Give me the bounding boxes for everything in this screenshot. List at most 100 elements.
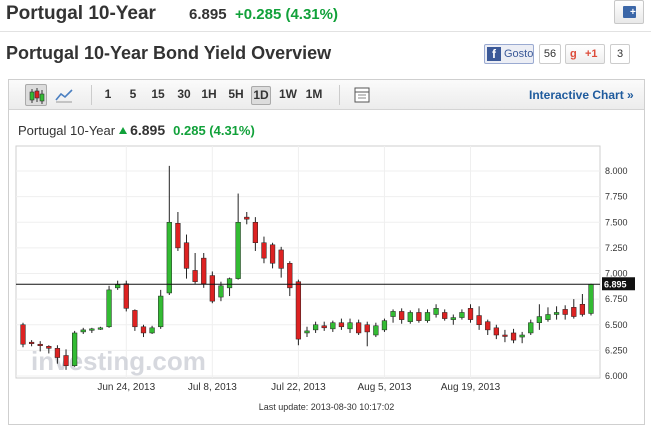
last-update: Last update: 2013-08-30 10:17:02 xyxy=(258,402,395,412)
candle-body xyxy=(356,322,362,334)
candle-body xyxy=(209,275,215,302)
y-tick-label: 8.000 xyxy=(605,166,628,176)
candle-body xyxy=(244,216,250,220)
instrument-name: Portugal 10-Year xyxy=(6,3,156,24)
candle-body xyxy=(330,322,336,330)
y-tick-label: 6.250 xyxy=(605,345,628,355)
instrument-header: Portugal 10-Year 6.895 +0.285 (4.31%) xyxy=(0,0,651,32)
x-tick-label: Aug 19, 2013 xyxy=(441,382,501,393)
candle-body xyxy=(347,322,353,330)
y-tick-label: 6.750 xyxy=(605,294,628,304)
candle-body xyxy=(553,312,560,315)
candle-body xyxy=(493,327,499,336)
candle-body xyxy=(269,244,276,264)
candle-body xyxy=(381,320,388,331)
candle-body xyxy=(390,311,396,317)
plot-area xyxy=(15,145,601,379)
candle-body xyxy=(72,332,78,366)
gplus-label: +1 xyxy=(585,48,598,60)
candle-body xyxy=(373,325,379,336)
gplus-button[interactable]: g +1 xyxy=(565,44,605,64)
candle-body xyxy=(175,223,181,249)
candle-body xyxy=(115,284,121,289)
candle-body xyxy=(278,249,284,269)
candle-body xyxy=(46,346,52,349)
portfolio-add-icon xyxy=(623,6,636,18)
candle-body xyxy=(63,355,69,366)
candle-body xyxy=(433,308,439,315)
candle-body xyxy=(132,310,138,328)
instrument-price: 6.895 xyxy=(189,6,227,23)
chart-panel: Interactive Chart » 1 5 15 30 1H 5H 1D 1W 1M Por… xyxy=(8,79,645,425)
candle-body xyxy=(54,348,61,358)
candle-body xyxy=(28,341,35,344)
gplus-count: 3 xyxy=(610,44,630,64)
facebook-count: 56 xyxy=(539,44,561,64)
candle-body xyxy=(424,312,431,321)
y-tick-label: 7.250 xyxy=(605,243,628,253)
candle-body xyxy=(218,285,224,298)
instrument-change: +0.285 (4.31%) xyxy=(235,6,338,23)
candle-body xyxy=(20,324,26,345)
candle-body xyxy=(261,242,267,259)
candle-body xyxy=(89,328,95,331)
candle-body xyxy=(338,322,345,328)
candle-body xyxy=(321,325,327,329)
y-tick-label: 7.500 xyxy=(605,217,628,227)
candle-body xyxy=(571,307,577,317)
add-to-portfolio-button[interactable] xyxy=(614,0,644,24)
candle-body xyxy=(183,242,190,269)
overview-title: Portugal 10-Year Bond Yield Overview xyxy=(6,43,332,63)
candle-body xyxy=(226,278,233,289)
candle-body xyxy=(364,324,370,333)
candle-body xyxy=(588,284,594,314)
facebook-icon: f xyxy=(487,47,501,61)
candlestick-chart[interactable]: investing.com8.0007.7507.5007.2507.0006.… xyxy=(9,80,644,424)
candle-body xyxy=(442,312,448,319)
gplus-icon: g xyxy=(570,48,577,60)
candle-body xyxy=(312,324,319,331)
x-tick-label: Jul 22, 2013 xyxy=(271,382,326,393)
candle-body xyxy=(295,281,302,340)
candle-body xyxy=(528,322,534,334)
facebook-like-button[interactable]: f Gosto xyxy=(484,44,534,64)
y-tick-label: 6.500 xyxy=(605,320,628,330)
x-tick-label: Aug 5, 2013 xyxy=(357,382,411,393)
candle-body xyxy=(459,312,465,318)
candle-body xyxy=(80,329,86,333)
candle-body xyxy=(545,314,551,320)
x-tick-label: Jun 24, 2013 xyxy=(97,382,155,393)
candle-body xyxy=(502,334,508,337)
candle-body xyxy=(235,222,241,279)
candle-body xyxy=(485,321,491,331)
last-price-label: 6.895 xyxy=(604,279,627,289)
candle-body xyxy=(97,327,104,330)
candle-body xyxy=(106,289,112,328)
candle-body xyxy=(166,222,172,294)
candle-body xyxy=(476,315,482,325)
candle-body xyxy=(450,317,456,320)
candle-body xyxy=(416,312,422,321)
candle-body xyxy=(140,326,147,334)
candle-body xyxy=(158,295,164,328)
candle-body xyxy=(562,309,568,315)
candle-body xyxy=(407,312,413,322)
candle-body xyxy=(510,332,517,341)
y-tick-label: 6.000 xyxy=(605,371,628,381)
candle-body xyxy=(123,283,129,309)
candle-body xyxy=(37,343,43,346)
x-tick-label: Jul 8, 2013 xyxy=(188,382,237,393)
candle-body xyxy=(192,270,198,282)
y-tick-label: 7.750 xyxy=(605,192,628,202)
candle-body xyxy=(467,308,474,320)
candle-body xyxy=(519,334,525,338)
candle-body xyxy=(201,257,207,284)
candle-body xyxy=(579,304,586,315)
candle-body xyxy=(304,330,310,334)
candle-body xyxy=(536,316,542,323)
candle-body xyxy=(252,222,258,243)
candle-body xyxy=(149,327,155,334)
facebook-label: Gosto xyxy=(504,48,534,60)
y-tick-label: 7.000 xyxy=(605,269,628,279)
candle-body xyxy=(399,311,405,320)
